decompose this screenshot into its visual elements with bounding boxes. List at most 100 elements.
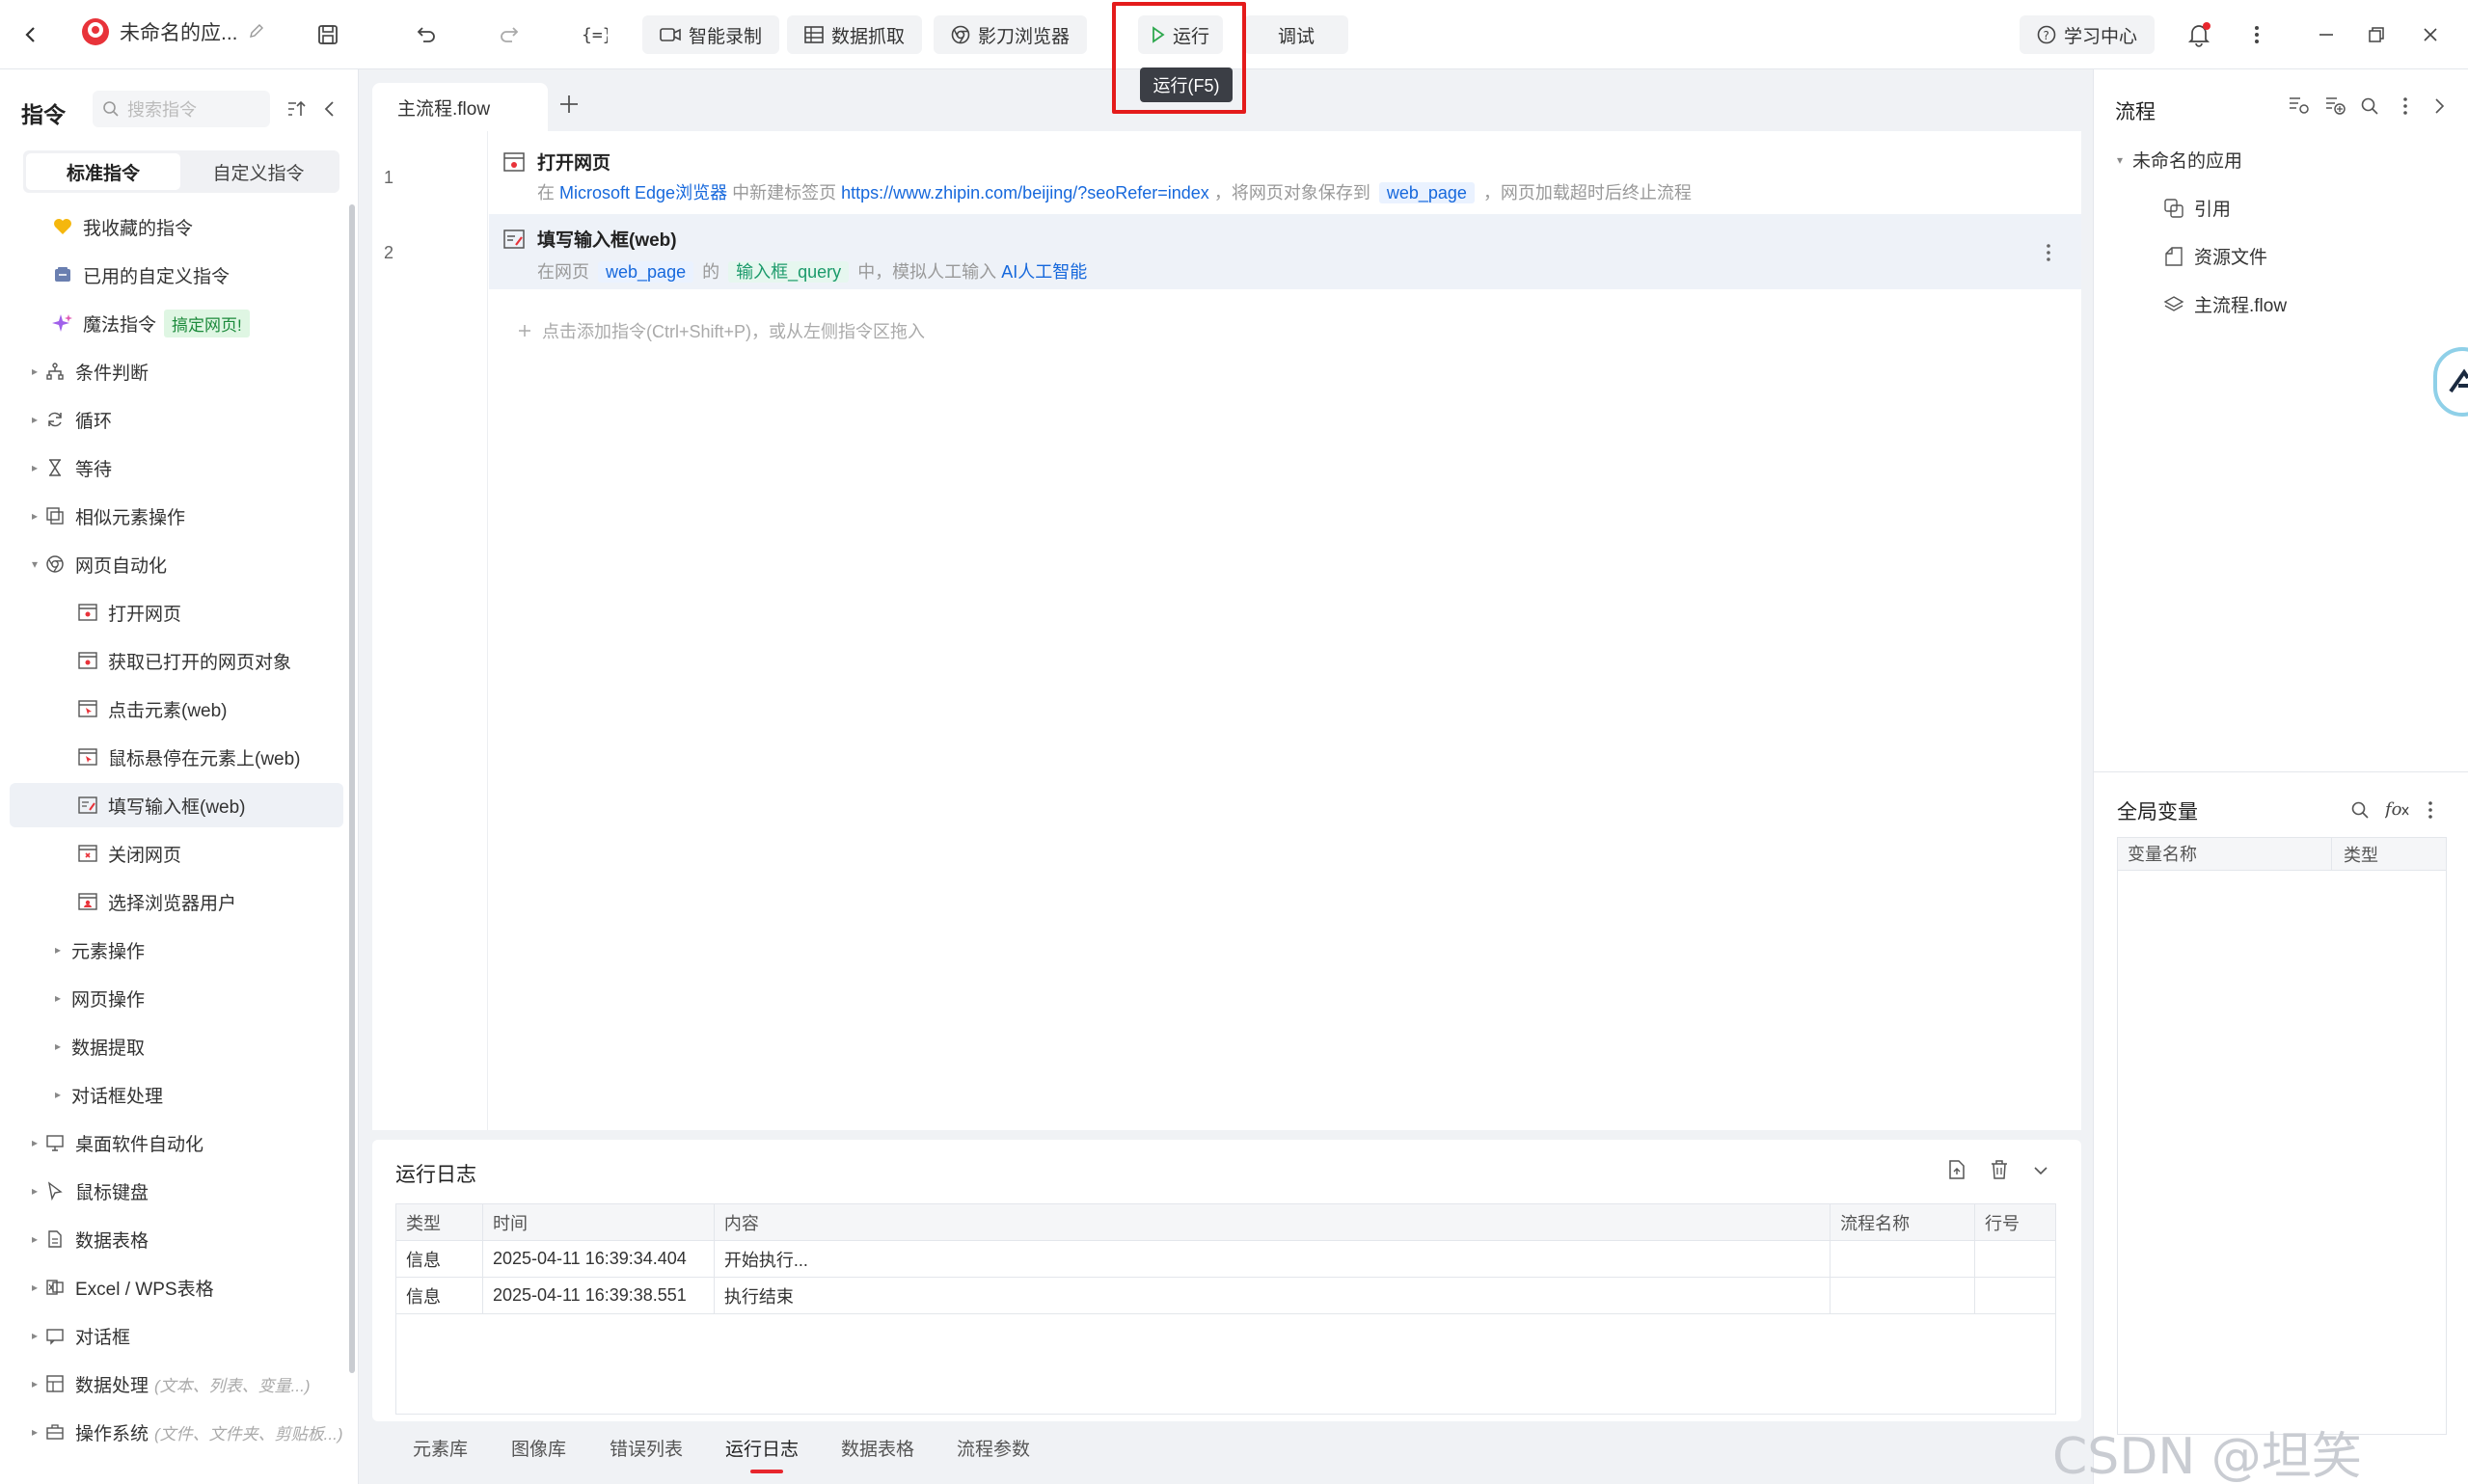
element-chip[interactable]: 输入框_query [728,261,850,283]
tree-fill-input[interactable]: 填写输入框(web) [10,783,343,827]
save-icon[interactable] [311,17,345,52]
used-custom-item[interactable]: 已用的自定义指令 [0,253,343,297]
heart-icon [50,214,75,239]
restore-icon[interactable] [2359,17,2394,52]
tab-error-list[interactable]: 错误列表 [610,1435,683,1461]
favorites-item[interactable]: 我收藏的指令 [0,204,343,249]
tree-web-automation[interactable]: ▾ 网页自动化 [0,542,343,586]
tab-run-log[interactable]: 运行日志 [725,1435,799,1461]
undo-icon[interactable] [409,17,444,52]
smart-record-button[interactable]: 智能录制 [642,15,780,54]
tree-hover-element[interactable]: 鼠标悬停在元素上(web) [0,735,343,779]
edit-icon[interactable] [248,23,265,40]
notification-bell-icon[interactable] [2182,17,2216,52]
instruction-search-box[interactable]: 搜索指令 [93,91,270,127]
input-text-value[interactable]: AI人工智能 [1001,262,1087,282]
variable-more-icon[interactable] [2427,800,2433,820]
variable-chip[interactable]: web_page [598,261,694,283]
minimize-icon[interactable] [2309,17,2344,52]
tab-element-library[interactable]: 元素库 [413,1435,468,1461]
data-capture-button[interactable]: 数据抓取 [787,15,923,54]
add-command-hint[interactable]: 点击添加指令(Ctrl+Shift+P)，或从左侧指令区拖入 [517,318,925,343]
export-icon[interactable] [1946,1159,1967,1180]
tab-data-table[interactable]: 数据表格 [841,1435,914,1461]
tree-get-opened-page[interactable]: 获取已打开的网页对象 [0,638,343,683]
tree-resources[interactable]: 资源文件 [2163,243,2267,269]
tree-open-web[interactable]: 打开网页 [0,590,343,634]
tree-loop[interactable]: ▸ 循环 [0,397,343,442]
redo-icon[interactable] [492,17,527,52]
tree-click-element[interactable]: 点击元素(web) [0,687,343,731]
table-row[interactable]: 信息 2025-04-11 16:39:34.404 开始执行... [395,1240,2056,1278]
chevron-down-icon[interactable] [2031,1161,2050,1180]
tab-flow-params[interactable]: 流程参数 [957,1435,1030,1461]
tree-mouse-keyboard[interactable]: ▸ 鼠标键盘 [0,1169,343,1213]
browser-icon [951,25,970,44]
tree-condition[interactable]: ▸ 条件判断 [0,349,343,393]
variable-search-icon[interactable] [2350,800,2370,820]
flow-search-icon[interactable] [2360,96,2379,116]
tree-desktop-automation[interactable]: ▸ 桌面软件自动化 [0,1120,343,1165]
tree-data-extract[interactable]: ▸ 数据提取 [0,1024,343,1068]
briefcase-icon [42,1419,68,1444]
left-scrollbar[interactable] [349,204,355,1373]
cell-time: 2025-04-11 16:39:34.404 [481,1240,715,1278]
flow-collapse-icon[interactable] [2433,96,2445,116]
function-icon[interactable]: fo [2385,798,2410,820]
variable-braces-icon[interactable]: {=} [577,17,611,52]
cursor-icon [42,1178,68,1203]
row-more-icon[interactable] [2046,243,2051,262]
tree-dialog-processing[interactable]: ▸ 对话框处理 [0,1072,343,1117]
custom-box-icon [50,262,75,287]
tree-similar-elements[interactable]: ▸ 相似元素操作 [0,494,343,538]
flow-editor[interactable]: 1 2 打开网页 在 Microsoft Edge浏览器 中新建标签页 http… [372,131,2081,1130]
add-tab-icon[interactable] [557,93,581,116]
flow-more-icon[interactable] [2402,96,2408,116]
help-icon: ? [2037,25,2056,44]
tree-excel[interactable]: ▸ Excel / WPS表格 [0,1265,343,1309]
back-icon[interactable] [14,17,48,52]
caret-right-icon: ▸ [54,1039,62,1053]
command-row-selected[interactable]: 填写输入框(web) 在网页 web_page 的 输入框_query 中，模拟… [489,214,2081,289]
tree-page-ops[interactable]: ▸ 网页操作 [0,976,343,1020]
table-row[interactable]: 信息 2025-04-11 16:39:38.551 执行结束 [395,1277,2056,1314]
browser-link[interactable]: Microsoft Edge浏览器 [559,183,727,202]
tree-select-browser-user[interactable]: 选择浏览器用户 [0,879,343,924]
browser-button[interactable]: 影刀浏览器 [934,15,1088,54]
search-placeholder: 搜索指令 [127,100,197,120]
tree-wait[interactable]: ▸ 等待 [0,445,343,490]
tree-main-flow[interactable]: 主流程.flow [2163,291,2287,317]
tree-app-root[interactable]: ▾ 未命名的应用 [2117,147,2242,173]
tab-main-flow[interactable]: 主流程.flow [372,83,548,131]
tree-dialog[interactable]: ▸ 对话框 [0,1313,343,1358]
assistant-floating-icon[interactable] [2433,347,2468,417]
sort-icon[interactable] [285,98,307,120]
tab-custom-instructions[interactable]: 自定义指令 [180,153,337,190]
flow-settings-icon[interactable] [2287,94,2310,116]
more-vertical-icon[interactable] [2239,17,2274,52]
caret-right-icon: ▸ [54,1088,62,1101]
url-link[interactable]: https://www.zhipin.com/beijing/?seoRefer… [841,183,1209,202]
collapse-panel-icon[interactable] [322,98,336,120]
line-number: 2 [384,243,394,262]
tree-operating-system[interactable]: ▸ 操作系统 (文件、文件夹、剪贴板...) [0,1410,343,1454]
tab-standard-instructions[interactable]: 标准指令 [26,153,180,190]
tree-data-table[interactable]: ▸ 数据表格 [0,1217,343,1261]
magic-instruction-item[interactable]: 魔法指令 搞定网页! [0,301,343,345]
tree-reference[interactable]: 引用 [2163,195,2231,221]
app-title[interactable]: 未命名的应... [120,17,238,46]
flow-add-icon[interactable] [2323,94,2346,116]
tree-close-web[interactable]: 关闭网页 [0,831,343,876]
webpage-icon [75,600,100,625]
command-row[interactable]: 打开网页 在 Microsoft Edge浏览器 中新建标签页 https://… [489,148,2081,206]
trash-icon[interactable] [1989,1159,2010,1180]
tab-image-library[interactable]: 图像库 [511,1435,566,1461]
debug-button[interactable]: 调试 [1244,15,1348,54]
tree-element-ops[interactable]: ▸ 元素操作 [0,928,343,972]
add-command-text: 点击添加指令(Ctrl+Shift+P)，或从左侧指令区拖入 [542,322,926,341]
learning-center-button[interactable]: ? 学习中心 [2020,15,2156,54]
variable-chip[interactable]: web_page [1378,182,1475,203]
app-logo-icon [81,17,110,46]
tree-data-processing[interactable]: ▸ 数据处理 (文本、列表、变量...) [0,1362,343,1406]
close-icon[interactable] [2413,17,2448,52]
